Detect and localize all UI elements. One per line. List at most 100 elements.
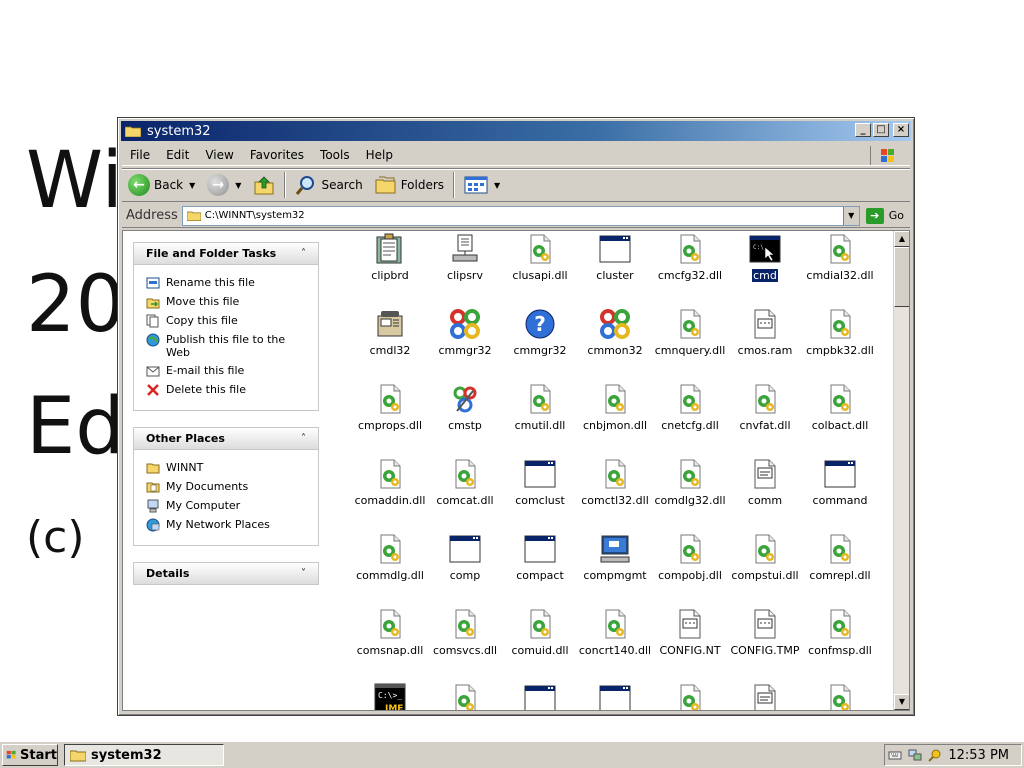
forward-button[interactable]: → ▼ <box>201 171 247 199</box>
file-item[interactable]: cnvfat.dll <box>726 383 804 432</box>
scroll-up-button[interactable]: ▲ <box>894 231 909 247</box>
file-item[interactable]: comctl32.dll <box>576 458 654 507</box>
task-email[interactable]: E-mail this file <box>146 364 308 378</box>
file-item[interactable] <box>426 683 504 710</box>
network-icon[interactable] <box>908 748 922 762</box>
file-item[interactable]: comm <box>726 458 804 507</box>
folders-button[interactable]: Folders <box>369 171 450 199</box>
place-winnt[interactable]: WINNT <box>146 461 308 475</box>
file-item[interactable]: cmos.ram <box>726 308 804 357</box>
scroll-thumb[interactable] <box>894 247 909 307</box>
keyboard-icon[interactable] <box>888 748 902 762</box>
file-item[interactable]: cmdial32.dll <box>801 233 879 282</box>
scroll-down-button[interactable]: ▼ <box>894 694 909 710</box>
task-move[interactable]: Move this file <box>146 295 308 309</box>
file-item-label: confmsp.dll <box>808 644 872 657</box>
collapse-chevron-icon[interactable]: ˄ <box>301 433 306 444</box>
file-item[interactable]: commdlg.dll <box>351 533 429 582</box>
search-tray-icon[interactable] <box>928 748 942 762</box>
views-dropdown-icon[interactable]: ▼ <box>494 181 500 190</box>
task-delete[interactable]: Delete this file <box>146 383 308 397</box>
file-item[interactable]: cmutil.dll <box>501 383 579 432</box>
taskbar-item-system32[interactable]: system32 <box>64 744 224 766</box>
task-rename[interactable]: Rename this file <box>146 276 308 290</box>
file-item[interactable]: cmmon32 <box>576 308 654 357</box>
file-item[interactable]: cmdl32 <box>351 308 429 357</box>
file-item[interactable]: CONFIG.NT <box>651 608 729 657</box>
place-my-documents[interactable]: My Documents <box>146 480 308 494</box>
file-item[interactable] <box>726 683 804 710</box>
file-item[interactable]: command <box>801 458 879 507</box>
start-button[interactable]: Start <box>2 744 58 766</box>
file-item[interactable]: comsnap.dll <box>351 608 429 657</box>
minimize-button[interactable]: _ <box>855 123 871 137</box>
file-folder-tasks-header[interactable]: File and Folder Tasks ˄ <box>133 242 319 265</box>
vertical-scrollbar[interactable]: ▲ ▼ <box>893 231 909 710</box>
address-input[interactable]: C:\WINNT\system32 ▼ <box>181 205 860 226</box>
maximize-button[interactable]: □ <box>873 123 889 137</box>
file-item[interactable]: cluster <box>576 233 654 282</box>
forward-dropdown-icon[interactable]: ▼ <box>235 181 241 190</box>
back-button[interactable]: ← Back ▼ <box>122 171 201 199</box>
file-item[interactable]: cnetcfg.dll <box>651 383 729 432</box>
file-item[interactable] <box>651 683 729 710</box>
file-item[interactable]: comaddin.dll <box>351 458 429 507</box>
file-item[interactable] <box>576 683 654 710</box>
place-my-computer[interactable]: My Computer <box>146 499 308 513</box>
file-item-label: compstui.dll <box>731 569 799 582</box>
file-item[interactable]: cmmgr32 <box>426 308 504 357</box>
file-item[interactable]: cmnquery.dll <box>651 308 729 357</box>
file-item[interactable]: comuid.dll <box>501 608 579 657</box>
menu-favorites[interactable]: Favorites <box>242 148 312 162</box>
menu-file[interactable]: File <box>122 148 158 162</box>
file-item[interactable] <box>801 683 879 710</box>
menu-view[interactable]: View <box>197 148 241 162</box>
views-button[interactable]: ▼ <box>458 171 506 199</box>
other-places-header[interactable]: Other Places ˄ <box>133 427 319 450</box>
file-item[interactable]: cmstp <box>426 383 504 432</box>
file-item[interactable]: colbact.dll <box>801 383 879 432</box>
file-item[interactable]: C:\_ cmd <box>726 233 804 282</box>
go-button[interactable]: ➔ Go <box>860 207 910 224</box>
expand-chevron-icon[interactable]: ˅ <box>301 568 306 579</box>
file-item[interactable] <box>501 683 579 710</box>
go-arrow-icon: ➔ <box>865 207 884 224</box>
file-item[interactable]: comcat.dll <box>426 458 504 507</box>
collapse-chevron-icon[interactable]: ˄ <box>301 248 306 259</box>
file-item[interactable]: CONFIG.TMP <box>726 608 804 657</box>
file-item[interactable]: compobj.dll <box>651 533 729 582</box>
close-button[interactable]: × <box>893 123 909 137</box>
task-copy[interactable]: Copy this file <box>146 314 308 328</box>
place-my-network[interactable]: My Network Places <box>146 518 308 532</box>
file-item[interactable]: clipbrd <box>351 233 429 282</box>
address-dropdown-button[interactable]: ▼ <box>842 206 859 225</box>
file-item[interactable]: comclust <box>501 458 579 507</box>
details-header[interactable]: Details ˅ <box>133 562 319 585</box>
file-item[interactable]: comdlg32.dll <box>651 458 729 507</box>
file-item[interactable]: comp <box>426 533 504 582</box>
file-item[interactable]: compact <box>501 533 579 582</box>
file-item[interactable]: compmgmt <box>576 533 654 582</box>
file-item[interactable]: concrt140.dll <box>576 608 654 657</box>
file-item[interactable]: comrepl.dll <box>801 533 879 582</box>
file-item[interactable]: cmcfg32.dll <box>651 233 729 282</box>
window-app-icon <box>524 458 556 490</box>
file-item[interactable]: ? cmmgr32 <box>501 308 579 357</box>
file-item[interactable]: cmpbk32.dll <box>801 308 879 357</box>
back-dropdown-icon[interactable]: ▼ <box>189 181 195 190</box>
file-item[interactable]: confmsp.dll <box>801 608 879 657</box>
file-item[interactable]: C:\>_ IME <box>351 683 429 710</box>
search-button[interactable]: Search <box>289 171 368 199</box>
file-item[interactable]: cnbjmon.dll <box>576 383 654 432</box>
file-item[interactable]: cmprops.dll <box>351 383 429 432</box>
file-item[interactable]: clipsrv <box>426 233 504 282</box>
up-folder-button[interactable] <box>247 171 281 199</box>
file-item[interactable]: compstui.dll <box>726 533 804 582</box>
menu-edit[interactable]: Edit <box>158 148 197 162</box>
task-publish[interactable]: Publish this file to the Web <box>146 333 308 359</box>
file-item[interactable]: clusapi.dll <box>501 233 579 282</box>
menu-help[interactable]: Help <box>358 148 401 162</box>
file-item[interactable]: comsvcs.dll <box>426 608 504 657</box>
title-bar[interactable]: system32 _ □ × <box>121 121 911 141</box>
menu-tools[interactable]: Tools <box>312 148 358 162</box>
